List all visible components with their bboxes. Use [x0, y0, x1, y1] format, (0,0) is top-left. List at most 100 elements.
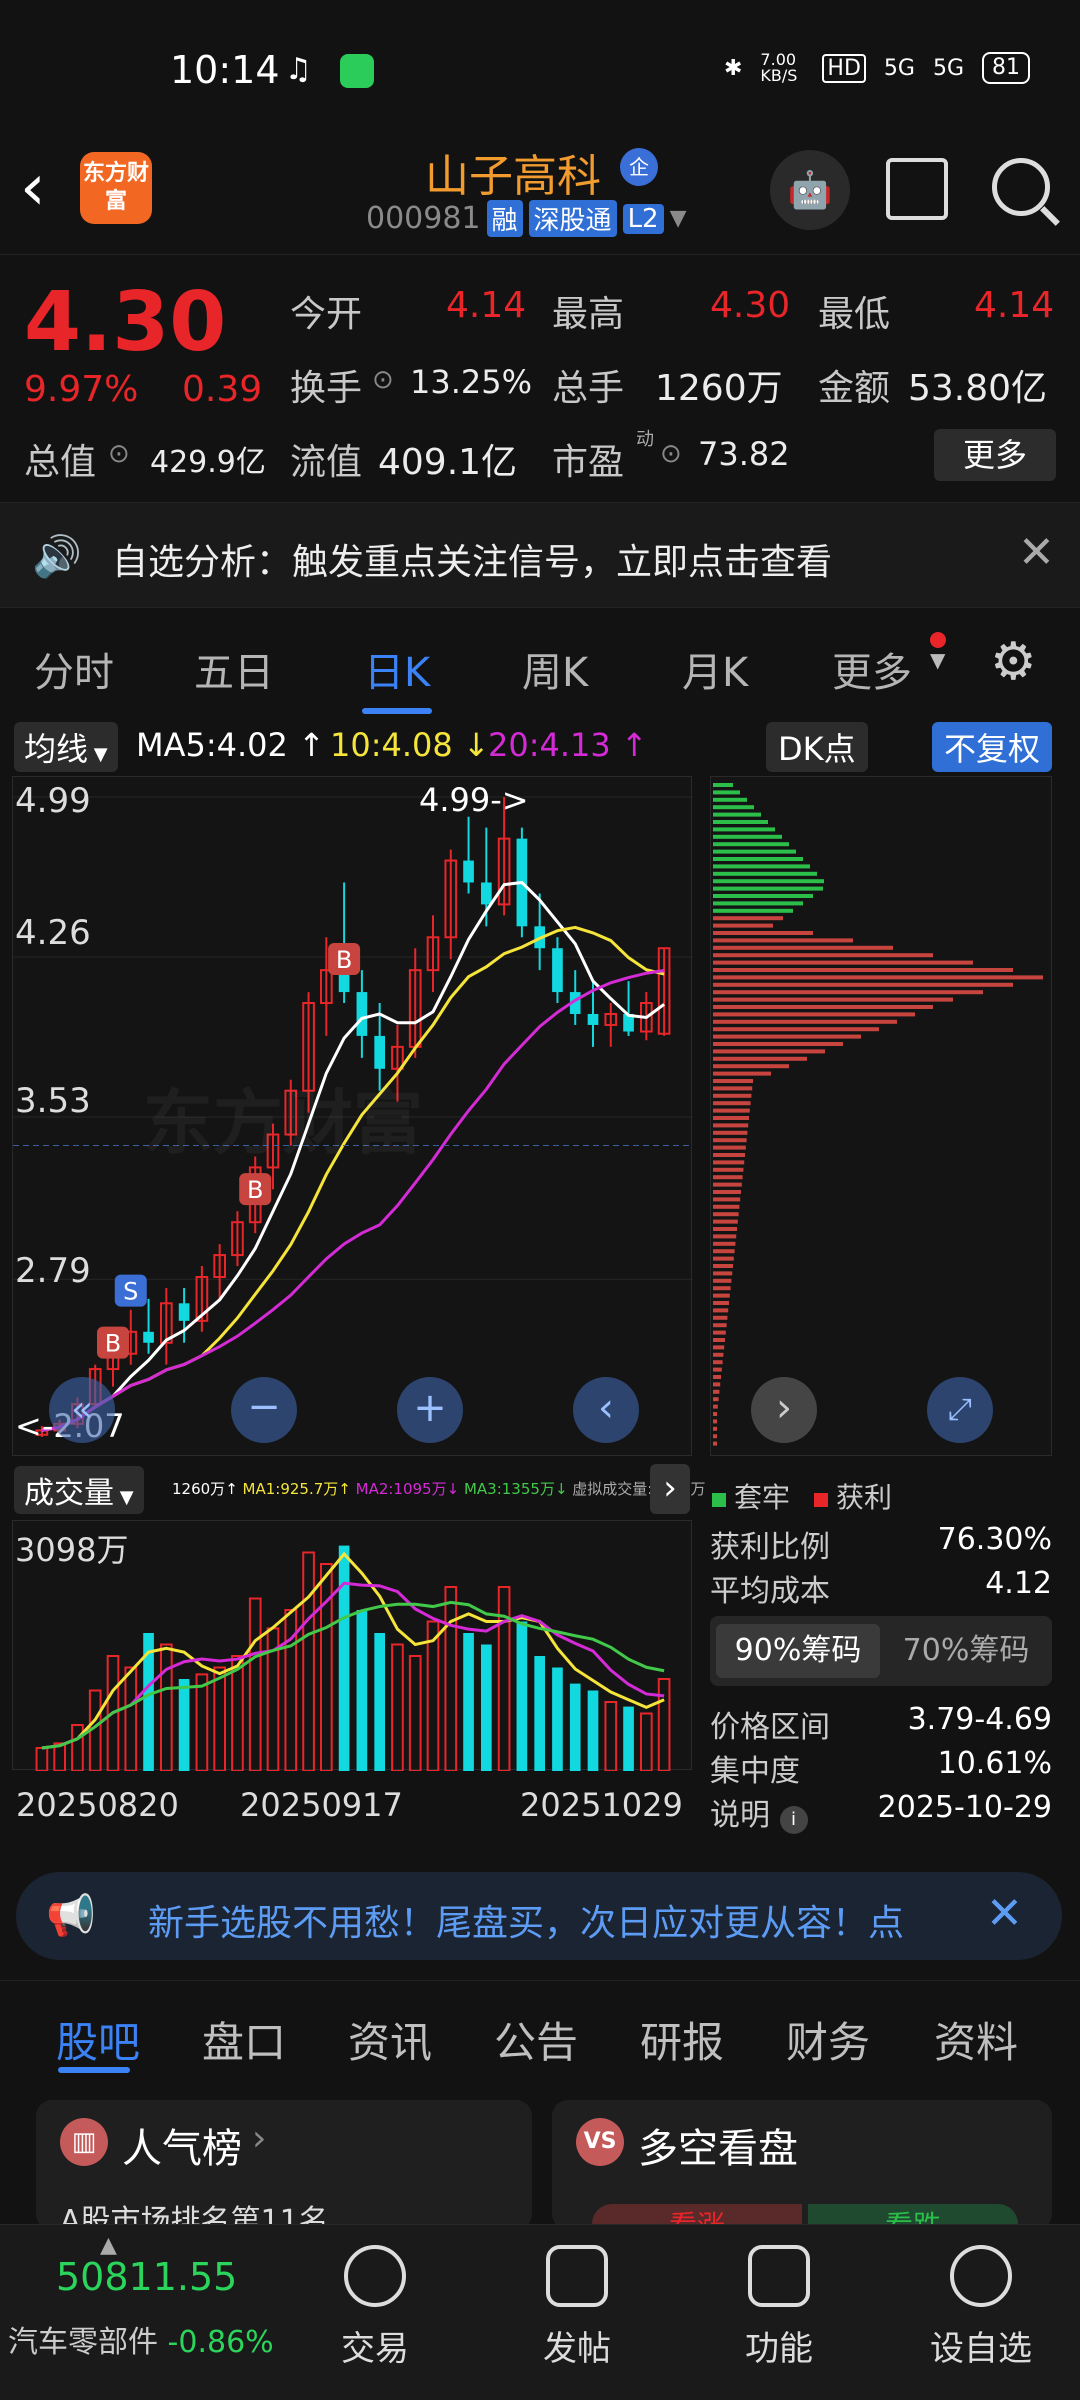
tab-profile[interactable]: 资料 [934, 2009, 1018, 2070]
tab-pankou[interactable]: 盘口 [202, 2009, 286, 2070]
pe-value: 73.82 [698, 435, 790, 473]
avg-cost-label: 平均成本 [710, 1574, 830, 1609]
chip-bar [713, 916, 783, 921]
tab-monthly-k[interactable]: 月K [682, 640, 748, 698]
tab-weekly-k[interactable]: 周K [522, 640, 588, 698]
chip-bar [713, 1160, 745, 1165]
pe-dynamic-mark: 动 [636, 429, 654, 450]
ad-banner[interactable]: 📢 新手选股不用愁！尾盘买，次日应对更从容！点 ✕ [16, 1872, 1062, 1960]
tab-underline [58, 2067, 130, 2073]
back-icon[interactable]: ‹ [20, 156, 46, 220]
chip-bar [713, 864, 810, 869]
ma-selector[interactable]: 均线 ▼ [14, 722, 118, 772]
chip-bar [713, 1419, 717, 1424]
ranking-icon: ▥ [60, 2118, 108, 2166]
chip-bar [713, 908, 793, 913]
chip-distribution[interactable]: › ⤢ [710, 776, 1052, 1456]
nav-trade[interactable]: 交易 [310, 2245, 440, 2370]
volume-max-label: 3098万 [15, 1531, 129, 1569]
close-icon[interactable]: ✕ [986, 1888, 1023, 1939]
scroll-right-icon[interactable]: › [751, 1377, 817, 1443]
assistant-robot-icon[interactable]: 🤖 [770, 150, 850, 230]
chevron-right-icon: › [252, 2118, 267, 2159]
popularity-card[interactable]: ▥ 人气榜 › A股市场排名第11名 [36, 2100, 532, 2239]
chip-bar [713, 1064, 789, 1069]
ma5-text: MA5:4.02 [136, 726, 288, 764]
scroll-left-icon[interactable]: ‹ [573, 1377, 639, 1443]
info-icon[interactable]: ⊙ [660, 439, 682, 469]
share-icon[interactable] [886, 158, 948, 220]
zoom-in-icon[interactable]: + [397, 1377, 463, 1443]
chip-bar [713, 1315, 728, 1320]
chip-bar [713, 1293, 730, 1298]
chip-bar [713, 931, 813, 935]
index-value[interactable]: 50811.55 [56, 2255, 237, 2299]
search-icon[interactable] [992, 158, 1050, 216]
chip-bar [713, 879, 824, 884]
chip-bar [713, 1079, 753, 1083]
volume-bar [160, 1643, 173, 1771]
tab-announcement[interactable]: 公告 [494, 2009, 578, 2070]
kline-chart[interactable]: BSBB 4.99 4.26 3.53 2.79 4.99-> <-2.07 东… [12, 776, 693, 1456]
volume-selector[interactable]: 成交量 ▼ [14, 1466, 144, 1514]
tab-news[interactable]: 资讯 [348, 2009, 432, 2070]
chip-bar [713, 1286, 731, 1291]
volume-bar [408, 1655, 422, 1771]
notice-bar[interactable]: 🔊 自选分析：触发重点关注信号，立即点击查看 ✕ [0, 502, 1080, 608]
tab-research[interactable]: 研报 [640, 2009, 724, 2070]
close-icon[interactable]: ✕ [1018, 527, 1055, 578]
tab-guba[interactable]: 股吧 [56, 2009, 140, 2070]
dk-point-button[interactable]: DK点 [766, 722, 868, 772]
ma20-value: 20:4.13 ↑ [488, 726, 648, 764]
info-icon[interactable]: i [779, 1806, 808, 1834]
chevron-right-icon[interactable]: › [650, 1464, 690, 1514]
more-button[interactable]: 更多 [934, 429, 1056, 481]
ad-text: 新手选股不用愁！尾盘买，次日应对更从容！点 [148, 1903, 905, 1944]
tag-l2: L2 [622, 203, 664, 234]
note-label: 说明 [710, 1798, 770, 1833]
ma10-value: 10:4.08 ↓ [330, 726, 490, 764]
expand-icon[interactable]: ⤢ [927, 1377, 993, 1443]
chip-bar [713, 1264, 733, 1268]
stock-name[interactable]: 山子高科 [425, 140, 601, 204]
chip-bar [713, 1049, 825, 1054]
tab-daily-k[interactable]: 日K [364, 640, 430, 698]
tab-90-chip[interactable]: 90%筹码 [716, 1624, 880, 1678]
adjust-button[interactable]: 不复权 [932, 722, 1053, 772]
nav-post[interactable]: 发帖 [512, 2245, 642, 2370]
chip-bar [713, 1056, 807, 1061]
chip-bar [713, 1278, 732, 1283]
tab-more[interactable]: 更多 [832, 640, 912, 698]
chip-bar [713, 1412, 717, 1416]
chip-bar [713, 1138, 747, 1143]
app-logo[interactable]: 东方财富 [80, 152, 152, 224]
chip-legend: 套牢 获利 [712, 1476, 892, 1516]
tab-finance[interactable]: 财务 [786, 2009, 870, 2070]
tab-70-chip[interactable]: 70%筹码 [886, 1624, 1046, 1678]
settings-gear-icon[interactable]: ⚙ [990, 636, 1037, 688]
legend-profit-text: 获利 [836, 1481, 893, 1514]
chip-bar [713, 894, 813, 898]
nav-add-watchlist-label: 设自选 [930, 2329, 1032, 2369]
volume-bar [320, 1563, 333, 1771]
svg-text:B: B [105, 1330, 121, 1358]
svg-text:B: B [247, 1176, 263, 1204]
stock-code-row[interactable]: 000981 融 深股通 L2 ▼ [366, 200, 687, 237]
rewind-icon[interactable]: « [49, 1377, 115, 1443]
vs-icon: VS [576, 2118, 624, 2166]
zoom-out-icon[interactable]: − [231, 1377, 297, 1443]
info-icon[interactable]: ⊙ [108, 439, 130, 469]
nav-functions[interactable]: 功能 [714, 2245, 844, 2370]
stock-code: 000981 [366, 201, 481, 236]
amount-label: 金额 [818, 368, 891, 409]
volume-chart[interactable]: 3098万 [12, 1520, 692, 1771]
nav-add-watchlist[interactable]: 设自选 [916, 2245, 1046, 2370]
info-icon[interactable]: ⊙ [372, 365, 394, 395]
tab-five-day[interactable]: 五日 [194, 640, 274, 698]
bullbear-card[interactable]: VS 多空看盘 看涨 看跌 [552, 2100, 1052, 2244]
index-name-row[interactable]: 汽车零部件 -0.86% [8, 2317, 274, 2361]
volume-bar [195, 1673, 209, 1771]
low-label: 最低 [818, 294, 891, 335]
tab-intraday[interactable]: 分时 [34, 640, 114, 698]
chip-bar [713, 1012, 915, 1017]
